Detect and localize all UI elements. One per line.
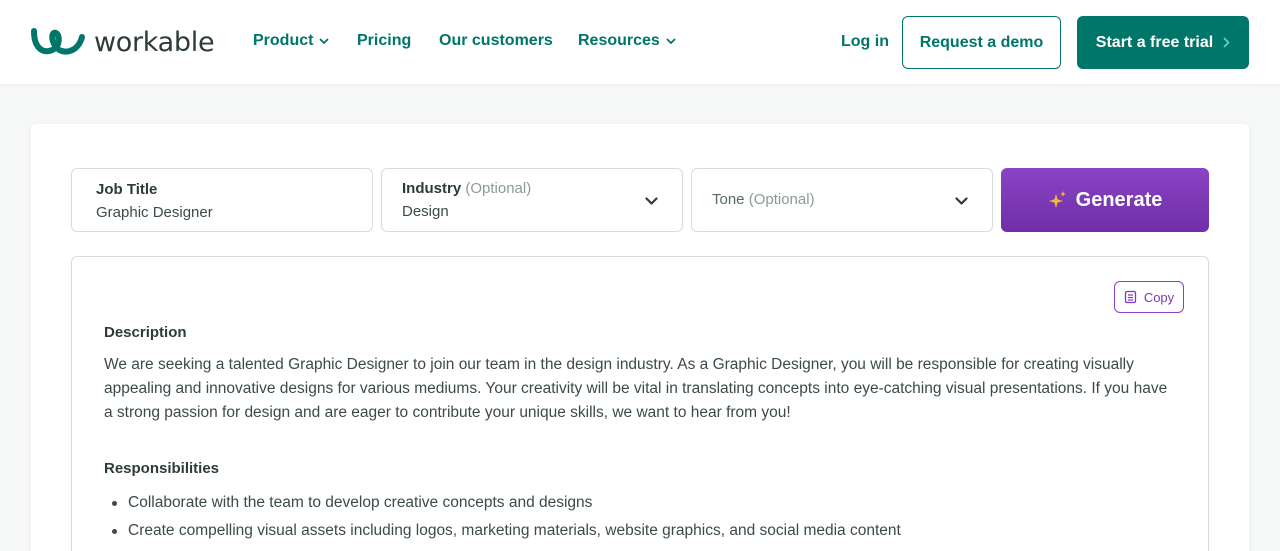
nav-our-customers[interactable]: Our customers [439,32,553,50]
chevron-down-icon [666,38,676,45]
generate-label: Generate [1075,188,1163,211]
industry-label: Industry (Optional) [402,180,531,197]
bullet-icon [112,529,117,534]
industry-optional-hint: (Optional) [465,180,532,197]
industry-value: Design [402,203,449,220]
site-header: workable Product Pricing Our customers R… [0,0,1280,84]
request-demo-button[interactable]: Request a demo [902,16,1061,69]
nav-our-customers-label: Our customers [439,32,553,49]
copy-label: Copy [1143,289,1175,305]
description-heading: Description [104,324,187,341]
list-item: Collaborate with the team to develop cre… [104,489,1174,517]
responsibilities-heading: Responsibilities [104,460,220,477]
nav-product[interactable]: Product [253,32,329,50]
tone-label-text: Tone [712,191,745,208]
chevron-down-icon [955,193,968,211]
tone-select[interactable]: Tone (Optional) [691,168,993,232]
nav-product-label: Product [253,32,314,49]
copy-button[interactable]: Copy [1114,281,1184,313]
chevron-right-icon [1223,37,1230,48]
description-text: We are seeking a talented Graphic Design… [104,356,1168,421]
nav-resources[interactable]: Resources [578,32,676,50]
job-title-label: Job Title [96,181,158,198]
clipboard-icon [1124,290,1137,304]
list-item-text: Collaborate with the team to develop cre… [128,494,593,511]
industry-label-text: Industry [402,180,462,197]
sparkle-icon [1048,190,1068,210]
tone-label: Tone (Optional) [712,191,815,208]
logo-text: workable [94,26,215,58]
bullet-icon [112,501,117,506]
nav-resources-label: Resources [578,32,660,49]
workable-logo-icon [31,28,85,55]
start-free-trial-button[interactable]: Start a free trial [1077,16,1249,69]
workable-logo[interactable]: workable [30,22,215,62]
nav-pricing[interactable]: Pricing [357,32,411,50]
list-item-text: Create compelling visual assets includin… [128,522,901,539]
generate-button[interactable]: Generate [1001,168,1209,232]
start-free-trial-label: Start a free trial [1095,33,1214,51]
industry-select[interactable]: Industry (Optional) Design [381,168,683,232]
job-title-value: Graphic Designer [96,204,213,221]
job-title-field[interactable]: Job Title Graphic Designer [71,168,373,232]
list-item: Create compelling visual assets includin… [104,517,1174,545]
chevron-down-icon [319,38,329,45]
nav-pricing-label: Pricing [357,32,412,49]
chevron-down-icon [645,193,658,211]
request-demo-label: Request a demo [919,33,1044,51]
responsibilities-list: Collaborate with the team to develop cre… [104,489,1174,545]
login-link[interactable]: Log in [841,33,889,51]
tone-optional-hint: (Optional) [748,191,815,208]
